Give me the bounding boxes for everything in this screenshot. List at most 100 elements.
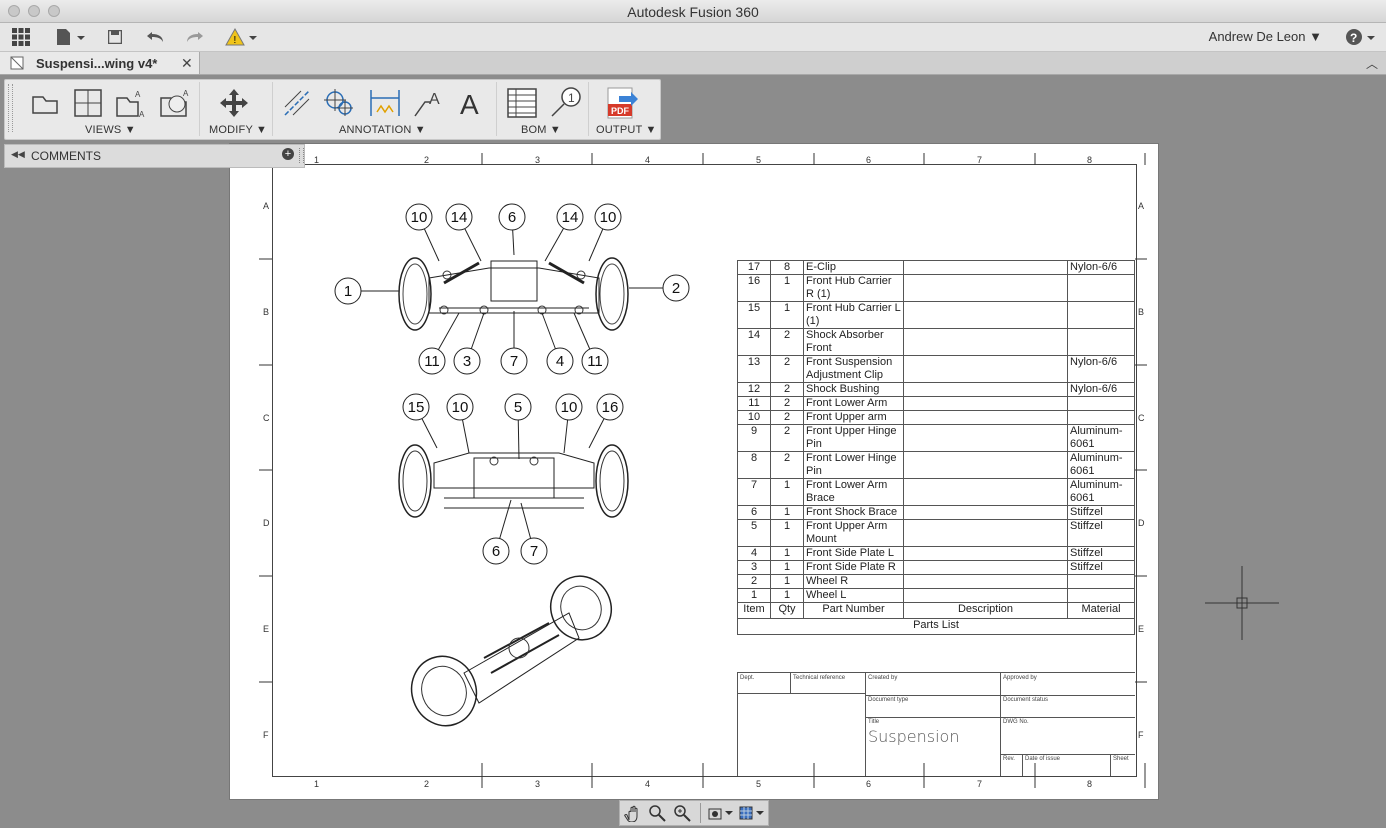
navigation-bar xyxy=(619,800,769,826)
save-icon[interactable] xyxy=(107,27,123,47)
file-menu-icon[interactable] xyxy=(55,27,85,47)
balloon[interactable]: 7 xyxy=(520,502,548,565)
parts-list-row: 7 1 Front Lower Arm Brace Aluminum-6061 xyxy=(737,478,1135,506)
cell-mat: Aluminum-6061 xyxy=(1067,451,1135,479)
base-view-icon[interactable] xyxy=(29,86,61,120)
header-description: Description xyxy=(903,602,1068,619)
leader-text-icon[interactable]: A xyxy=(412,86,446,120)
views-menu[interactable]: VIEWS ▼ xyxy=(85,124,136,136)
title-block-doc-status: Document status xyxy=(1003,697,1049,703)
balloon[interactable]: 6 xyxy=(498,203,526,256)
balloon[interactable]: 10 xyxy=(405,203,440,262)
undo-icon[interactable] xyxy=(145,27,165,47)
header-item: Item xyxy=(737,602,771,619)
balloon[interactable]: 5 xyxy=(504,393,532,460)
add-comment-icon[interactable]: + xyxy=(282,148,294,160)
title-block-sheet: Sheet xyxy=(1113,756,1129,762)
cell-item: 11 xyxy=(737,396,771,411)
ribbon-grip[interactable] xyxy=(8,84,13,132)
cell-item: 2 xyxy=(737,574,771,589)
zoom-icon[interactable] xyxy=(648,804,666,822)
job-status-warning-icon[interactable]: ! xyxy=(225,27,257,47)
balloon-number: 11 xyxy=(587,353,603,370)
comments-panel[interactable]: ◀◀ COMMENTS + xyxy=(4,144,305,168)
modify-menu[interactable]: MODIFY ▼ xyxy=(209,124,267,136)
display-settings-icon[interactable] xyxy=(707,804,735,822)
cell-item: 13 xyxy=(737,355,771,383)
data-panel-grid-icon[interactable] xyxy=(11,27,31,47)
table-icon[interactable] xyxy=(505,86,539,120)
balloon-number: 7 xyxy=(530,543,538,560)
parts-list-row: 10 2 Front Upper arm xyxy=(737,410,1135,425)
cell-item: 3 xyxy=(737,560,771,575)
parts-list-row: 15 1 Front Hub Carrier L (1) xyxy=(737,301,1135,329)
parts-list-row: 12 2 Shock Bushing Nylon-6/6 xyxy=(737,382,1135,397)
cell-qty: 1 xyxy=(770,588,804,603)
output-menu[interactable]: OUTPUT ▼ xyxy=(596,124,657,136)
title-block-rev: Rev. xyxy=(1003,756,1015,762)
balloon[interactable]: 4 xyxy=(541,312,574,375)
cell-item: 16 xyxy=(737,274,771,302)
cell-item: 8 xyxy=(737,451,771,479)
balloon-number: 16 xyxy=(602,399,619,416)
annotation-menu[interactable]: ANNOTATION ▼ xyxy=(339,124,426,136)
cell-item: 9 xyxy=(737,424,771,452)
bom-label: BOM xyxy=(521,124,547,136)
centerline-icon[interactable] xyxy=(281,86,313,120)
balloon-icon[interactable]: 1 xyxy=(548,86,582,120)
cell-qty: 2 xyxy=(770,396,804,411)
pan-hand-icon[interactable] xyxy=(624,804,642,823)
panel-grip[interactable] xyxy=(299,148,304,163)
detail-view-icon[interactable]: A xyxy=(158,86,192,120)
parts-list[interactable]: 17 8 E-Clip Nylon-6/6 16 1 Front Hub Carrier R… xyxy=(737,260,1135,635)
balloon[interactable]: 14 xyxy=(544,203,584,262)
balloon-number: 1 xyxy=(344,283,352,300)
collapse-left-icon[interactable]: ◀◀ xyxy=(11,149,25,160)
balloon[interactable]: 2 xyxy=(629,274,690,302)
balloon[interactable]: 15 xyxy=(402,393,438,449)
cell-qty: 8 xyxy=(770,260,804,275)
title-block[interactable]: Dept. Technical reference Created by App… xyxy=(737,672,1135,776)
dimension-icon[interactable] xyxy=(368,86,402,120)
balloon[interactable]: 7 xyxy=(500,311,528,375)
close-tab-icon[interactable]: ✕ xyxy=(181,55,193,72)
balloon[interactable]: 14 xyxy=(445,203,482,262)
ribbon-toolbar: AA A VIEWS ▼ MODIFY ▼ A A ANNOTATION ▼ 1… xyxy=(4,79,661,140)
cell-mat xyxy=(1067,301,1135,329)
parts-list-row: 17 8 E-Clip Nylon-6/6 xyxy=(737,260,1135,275)
balloon[interactable]: 10 xyxy=(446,393,474,454)
svg-text:A: A xyxy=(429,91,440,108)
cell-item: 17 xyxy=(737,260,771,275)
balloon[interactable]: 10 xyxy=(588,203,622,262)
pdf-export-icon[interactable]: PDF xyxy=(604,86,640,120)
balloon[interactable]: 10 xyxy=(555,393,583,454)
cell-qty: 2 xyxy=(770,355,804,383)
balloon[interactable]: 3 xyxy=(453,312,485,375)
text-icon[interactable]: A xyxy=(457,86,487,120)
help-icon[interactable]: ? xyxy=(1345,27,1377,47)
cell-desc xyxy=(903,410,1068,425)
cell-desc xyxy=(903,424,1068,452)
parts-list-row: 14 2 Shock Absorber Front xyxy=(737,328,1135,356)
svg-text:A: A xyxy=(183,89,189,98)
bom-menu[interactable]: BOM ▼ xyxy=(521,124,561,136)
parts-list-row: 1 1 Wheel L xyxy=(737,588,1135,603)
user-account-menu[interactable]: Andrew De Leon ▼ xyxy=(1209,29,1322,44)
balloon[interactable]: 16 xyxy=(588,393,624,449)
svg-text:?: ? xyxy=(1350,31,1357,45)
center-mark-icon[interactable] xyxy=(322,86,356,120)
move-icon[interactable] xyxy=(217,86,251,120)
balloon[interactable]: 1 xyxy=(334,277,399,305)
section-view-icon[interactable]: AA xyxy=(114,86,148,120)
projected-view-icon[interactable] xyxy=(72,86,104,120)
cell-mat xyxy=(1067,574,1135,589)
collapse-up-icon[interactable]: ︿ xyxy=(1366,55,1378,72)
grid-settings-icon[interactable] xyxy=(738,804,766,822)
redo-icon[interactable] xyxy=(185,27,205,47)
parts-list-row: 5 1 Front Upper Arm Mount Stiffzel xyxy=(737,519,1135,547)
balloon[interactable]: 6 xyxy=(482,499,512,565)
zoom-window-icon[interactable] xyxy=(673,804,691,822)
tab-document[interactable]: Suspensi...wing v4* ✕ xyxy=(0,52,200,74)
modify-label: MODIFY xyxy=(209,124,253,136)
balloon-number: 10 xyxy=(411,209,428,226)
